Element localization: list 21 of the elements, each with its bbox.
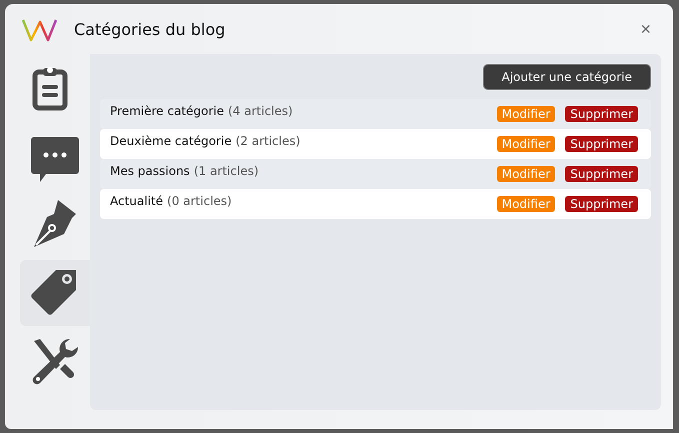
add-category-button[interactable]: Ajouter une catégorie [482, 64, 651, 90]
close-button[interactable]: × [636, 18, 655, 40]
category-name: Deuxième catégorie [110, 134, 232, 148]
delete-button[interactable]: Supprimer [565, 106, 638, 122]
article-count: (1 articles) [194, 164, 260, 178]
article-count: (2 articles) [236, 134, 302, 148]
nav-tab[interactable] [20, 260, 90, 326]
category-name: Mes passions [110, 164, 190, 178]
category-name: Première catégorie [110, 104, 224, 118]
delete-button[interactable]: Supprimer [565, 166, 638, 182]
category-name: Actualité [110, 194, 164, 208]
speech-bubble-icon [31, 137, 79, 182]
article-count: (0 articles) [167, 194, 233, 208]
article-count: (4 articles) [228, 104, 294, 118]
clipboard-icon [32, 67, 68, 110]
tag-icon [31, 270, 76, 315]
window-title: Catégories du blog [74, 20, 226, 38]
delete-button[interactable]: Supprimer [565, 136, 638, 152]
pen-nib-icon [34, 200, 76, 247]
tools-icon [32, 339, 78, 384]
delete-button[interactable]: Supprimer [565, 196, 638, 212]
